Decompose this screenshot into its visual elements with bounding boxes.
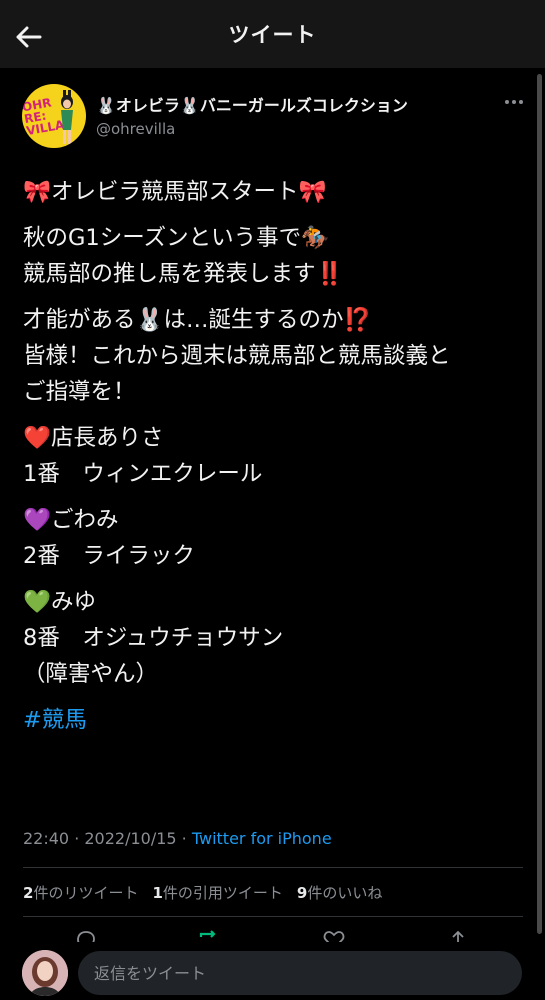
tweet-paragraph: 💚みゆ 8番 オジュウチョウサン （障害やん） [23, 584, 529, 692]
tweet-text: 🎀オレビラ競馬部スタート🎀 秋のG1シーズンという事で🏇 競馬部の推し馬を発表し… [23, 174, 529, 748]
tweet-paragraph: #競馬 [23, 702, 529, 738]
tweet-stats: 2件のリツイート 1件の引用ツイート 9件のいいね [23, 882, 382, 903]
meta-separator: · [176, 829, 192, 848]
tweet-line: ご指導を！ [23, 379, 136, 405]
back-arrow-icon[interactable] [12, 20, 46, 54]
reply-bar [0, 942, 545, 1000]
likes-stat[interactable]: 9件のいいね [297, 882, 382, 903]
tweet-paragraph: 才能がある🐰は…誕生するのか⁉️ 皆様！これから週末は競馬部と競馬談義と ご指導… [23, 302, 529, 410]
tweet-line: 才能がある🐰は…誕生するのか⁉️ [23, 307, 372, 333]
user-handle[interactable]: @ohrevilla [96, 120, 408, 138]
tweet-paragraph: 💜ごわみ 2番 ライラック [23, 502, 529, 574]
meta-separator: · [69, 829, 85, 848]
hashtag-link[interactable]: #競馬 [23, 702, 529, 738]
tweet-line: 皆様！これから週末は競馬部と競馬談義と [23, 343, 451, 369]
likes-count: 9 [296, 884, 308, 902]
tweet-line: 8番 オジュウチョウサン [23, 625, 284, 651]
reply-input[interactable] [78, 951, 522, 995]
tweet-line: （障害やん） [23, 661, 159, 687]
tweet-header: OHR RE: VILLA 🐰オレビラ🐰バニーガールズコレクション @ohrevil… [22, 84, 528, 148]
tweet-date: 2022/10/15 [84, 829, 177, 848]
avatar[interactable]: OHR RE: VILLA [22, 84, 86, 148]
tweet-line: 競馬部の推し馬を発表します‼️ [23, 261, 344, 287]
likes-label: 件のいいね [307, 884, 383, 902]
avatar[interactable] [22, 950, 68, 996]
tweet-line: 秋のG1シーズンという事で🏇 [23, 225, 330, 251]
tweet-line: 2番 ライラック [23, 543, 195, 569]
tweet-line: 🎀オレビラ競馬部スタート🎀 [23, 179, 327, 205]
tweet-paragraph: 🎀オレビラ競馬部スタート🎀 [23, 174, 529, 210]
retweets-label: 件のリツイート [33, 884, 139, 902]
tweet-paragraph: 秋のG1シーズンという事で🏇 競馬部の推し馬を発表します‼️ [23, 220, 529, 292]
action-bar [0, 928, 545, 942]
divider [23, 867, 523, 868]
tweet-source-link[interactable]: Twitter for iPhone [192, 829, 332, 848]
tweet-paragraph: ❤️店長ありさ 1番 ウィンエクレール [23, 420, 529, 492]
page-title: ツイート [228, 23, 317, 47]
retweets-stat[interactable]: 2件のリツイート [23, 882, 138, 903]
quotes-count: 1 [152, 884, 163, 902]
reply-icon[interactable] [74, 928, 98, 942]
tweet-line: 1番 ウィンエクレール [23, 461, 263, 487]
tweet-line: 💜ごわみ [23, 507, 119, 533]
share-icon[interactable] [446, 928, 470, 942]
more-icon[interactable] [502, 94, 526, 110]
top-bar: ツイート [0, 0, 545, 68]
divider [23, 916, 523, 917]
author-block: 🐰オレビラ🐰バニーガールズコレクション @ohrevilla [96, 92, 408, 138]
tweet-line: 💚みゆ [23, 589, 97, 615]
like-icon[interactable] [322, 928, 346, 942]
retweet-icon[interactable] [196, 928, 220, 942]
avatar-figure-icon [61, 90, 73, 144]
tweet-meta: 22:40 · 2022/10/15 · Twitter for iPhone [23, 829, 332, 848]
retweets-count: 2 [23, 884, 34, 902]
scrollbar[interactable] [537, 74, 542, 934]
tweet-time: 22:40 [23, 829, 70, 848]
display-name[interactable]: 🐰オレビラ🐰バニーガールズコレクション [96, 92, 408, 116]
tweet-line: ❤️店長ありさ [23, 425, 164, 451]
quotes-label: 件の引用ツイート [162, 884, 283, 902]
quotes-stat[interactable]: 1件の引用ツイート [152, 882, 282, 903]
